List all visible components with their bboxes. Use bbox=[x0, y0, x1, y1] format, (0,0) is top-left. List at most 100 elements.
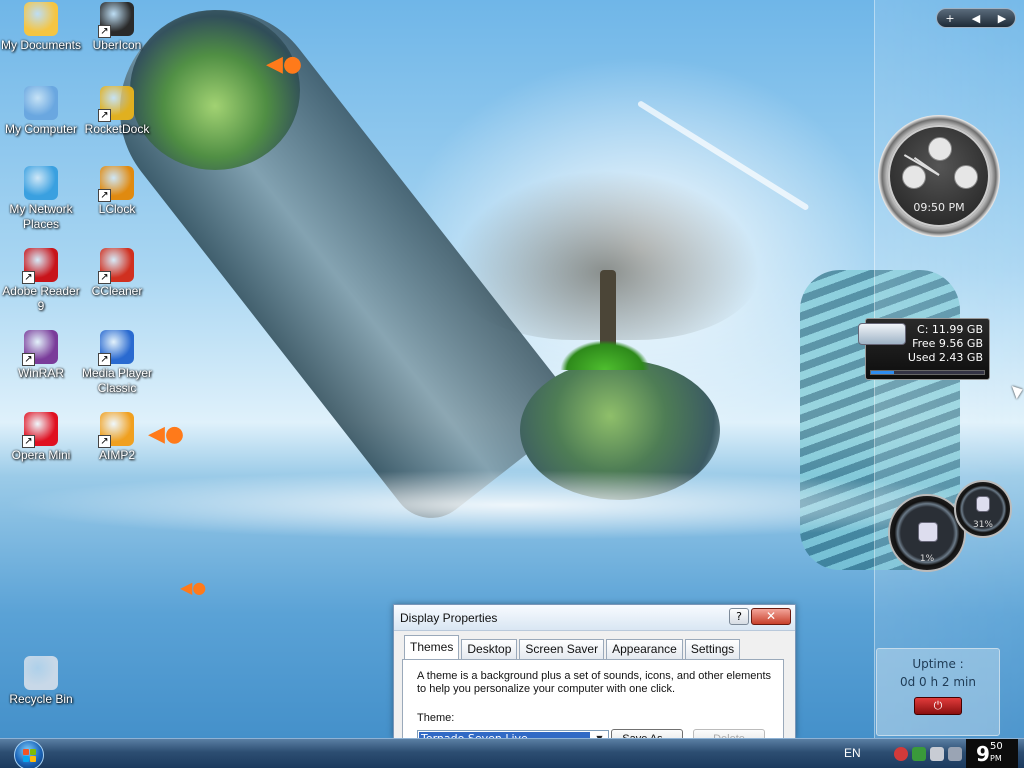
desktop-icon-label: My Network Places bbox=[9, 202, 73, 231]
desktop-icon-label: My Documents bbox=[0, 38, 82, 52]
tab-strip: Themes Desktop Screen Saver Appearance Setti… bbox=[404, 635, 742, 659]
rocketdock-icon bbox=[98, 86, 134, 122]
desktop-icon-label: RocketDock bbox=[84, 122, 150, 136]
desktop-icon-ubericon[interactable]: UberIcon bbox=[76, 2, 158, 53]
drive-title: C: 11.99 GB bbox=[917, 323, 983, 336]
memory-meter-gauge[interactable]: 31% bbox=[954, 480, 1012, 538]
clock-gadget[interactable]: 09:50 PM bbox=[878, 115, 1000, 237]
cpu-usage-value: 1% bbox=[919, 554, 935, 564]
desktop-icon-label: Recycle Bin bbox=[9, 692, 73, 706]
windows-logo-icon bbox=[23, 749, 36, 762]
hard-drive-icon bbox=[858, 323, 906, 345]
add-gadget-button[interactable]: + bbox=[938, 12, 962, 25]
desktop-icon-recycle-bin[interactable]: Recycle Bin bbox=[0, 656, 82, 707]
tab-themes[interactable]: Themes bbox=[404, 635, 460, 659]
memory-chip-icon bbox=[976, 496, 990, 512]
winrar-icon bbox=[22, 330, 58, 366]
desktop-icon-label: My Computer bbox=[4, 122, 78, 136]
taskbar: EN 9 50 PM bbox=[0, 738, 1024, 768]
close-button[interactable]: ✕ bbox=[751, 608, 791, 625]
next-page-button[interactable]: ▶ bbox=[990, 12, 1014, 25]
language-indicator[interactable]: EN bbox=[844, 746, 861, 760]
taskbar-clock[interactable]: 9 50 PM bbox=[966, 739, 1018, 768]
wallpaper-fish-icon: ◀● bbox=[266, 52, 303, 77]
tab-settings[interactable]: Settings bbox=[684, 639, 741, 659]
opera-icon bbox=[22, 412, 58, 448]
theme-label: Theme: bbox=[417, 712, 455, 724]
ccleaner-icon bbox=[98, 248, 134, 284]
folder-icon bbox=[24, 2, 58, 36]
clock-time: 09:50 PM bbox=[913, 201, 965, 214]
display-tray-icon[interactable] bbox=[930, 747, 944, 761]
memory-usage-value: 31% bbox=[972, 520, 993, 530]
window-titlebar[interactable]: Display Properties ? ✕ bbox=[394, 605, 795, 631]
clock-hour: 9 bbox=[976, 742, 990, 766]
media-player-icon bbox=[98, 330, 134, 366]
clock-face: 09:50 PM bbox=[888, 125, 990, 227]
desktop-icon-ccleaner[interactable]: CCleaner bbox=[76, 248, 158, 299]
cpu-chip-icon bbox=[918, 522, 938, 542]
themes-panel: A theme is a background plus a set of so… bbox=[402, 659, 784, 749]
security-shield-icon[interactable] bbox=[894, 747, 908, 761]
desktop-icon-label: CCleaner bbox=[91, 284, 143, 298]
wallpaper-glow bbox=[380, 40, 900, 420]
sidebar-controls: + ◀ ▶ bbox=[936, 8, 1016, 28]
clock-subdial bbox=[928, 137, 952, 161]
drive-usage-bar bbox=[870, 370, 985, 375]
adobe-reader-icon bbox=[22, 248, 58, 284]
clock-icon bbox=[98, 166, 134, 202]
uptime-label: Uptime : bbox=[912, 657, 964, 671]
desktop-icon-folder[interactable]: My Documents bbox=[0, 2, 82, 53]
clock-subdial bbox=[902, 165, 926, 189]
desktop-icon-network-globe[interactable]: My Network Places bbox=[0, 166, 82, 232]
network-status-icon[interactable] bbox=[912, 747, 926, 761]
desktop-icon-computer[interactable]: My Computer bbox=[0, 86, 82, 137]
desktop-icon-winrar[interactable]: WinRAR bbox=[0, 330, 82, 381]
desktop-icon-label: AIMP2 bbox=[98, 448, 135, 462]
theme-description: A theme is a background plus a set of so… bbox=[417, 670, 772, 695]
computer-icon bbox=[24, 86, 58, 120]
drive-usage-fill bbox=[871, 371, 894, 374]
window-title: Display Properties bbox=[400, 611, 498, 625]
clock-ampm: PM bbox=[990, 754, 1002, 763]
wallpaper-tree-trunk bbox=[600, 270, 616, 370]
clock-minutes: 50 bbox=[990, 741, 1003, 752]
wallpaper-grass bbox=[560, 340, 650, 370]
desktop-icon-rocketdock[interactable]: RocketDock bbox=[76, 86, 158, 137]
desktop-icon-label: LClock bbox=[98, 202, 136, 216]
tab-screen-saver[interactable]: Screen Saver bbox=[519, 639, 605, 659]
drive-gadget[interactable]: C: 11.99 GB Free 9.56 GB Used 2.43 GB bbox=[858, 318, 990, 380]
desktop-icon-aimp[interactable]: AIMP2 bbox=[76, 412, 158, 463]
power-icon: ⏻ bbox=[933, 699, 943, 712]
help-button[interactable]: ? bbox=[729, 608, 749, 625]
desktop-icon-label: Opera Mini bbox=[11, 448, 71, 462]
wallpaper-phone-mouthpiece bbox=[520, 360, 720, 500]
tab-appearance[interactable]: Appearance bbox=[606, 639, 683, 659]
uptime-value: 0d 0 h 2 min bbox=[899, 675, 976, 689]
network-globe-icon bbox=[24, 166, 58, 200]
recycle-bin-icon bbox=[24, 656, 58, 690]
desktop-icon-label: WinRAR bbox=[17, 366, 64, 380]
power-button[interactable]: ⏻ bbox=[914, 697, 962, 715]
desktop-icon-clock[interactable]: LClock bbox=[76, 166, 158, 217]
drive-used: Used 2.43 GB bbox=[907, 351, 983, 364]
desktop-icon-adobe-reader[interactable]: Adobe Reader 9 bbox=[0, 248, 82, 314]
volume-tray-icon[interactable] bbox=[948, 747, 962, 761]
aimp-icon bbox=[98, 412, 134, 448]
wallpaper-water-jet bbox=[636, 100, 810, 212]
desktop-icon-opera[interactable]: Opera Mini bbox=[0, 412, 82, 463]
wallpaper-tree-crown bbox=[450, 170, 760, 340]
previous-page-button[interactable]: ◀ bbox=[964, 12, 988, 25]
start-button[interactable] bbox=[14, 740, 44, 768]
uptime-gadget: Uptime : 0d 0 h 2 min ⏻ bbox=[876, 648, 1000, 736]
desktop-icon-label: Media Player Classic bbox=[81, 366, 153, 395]
desktop-icon-label: UberIcon bbox=[92, 38, 142, 52]
display-properties-window: Display Properties ? ✕ Themes Desktop Scre… bbox=[393, 604, 796, 749]
tab-desktop[interactable]: Desktop bbox=[461, 639, 518, 659]
desktop-icon-media-player[interactable]: Media Player Classic bbox=[76, 330, 158, 396]
wallpaper-water-surface bbox=[0, 470, 1024, 540]
desktop-icon-label: Adobe Reader 9 bbox=[2, 284, 80, 313]
drive-free: Free 9.56 GB bbox=[912, 337, 983, 350]
ubericon-icon bbox=[98, 2, 134, 38]
clock-subdial bbox=[954, 165, 978, 189]
